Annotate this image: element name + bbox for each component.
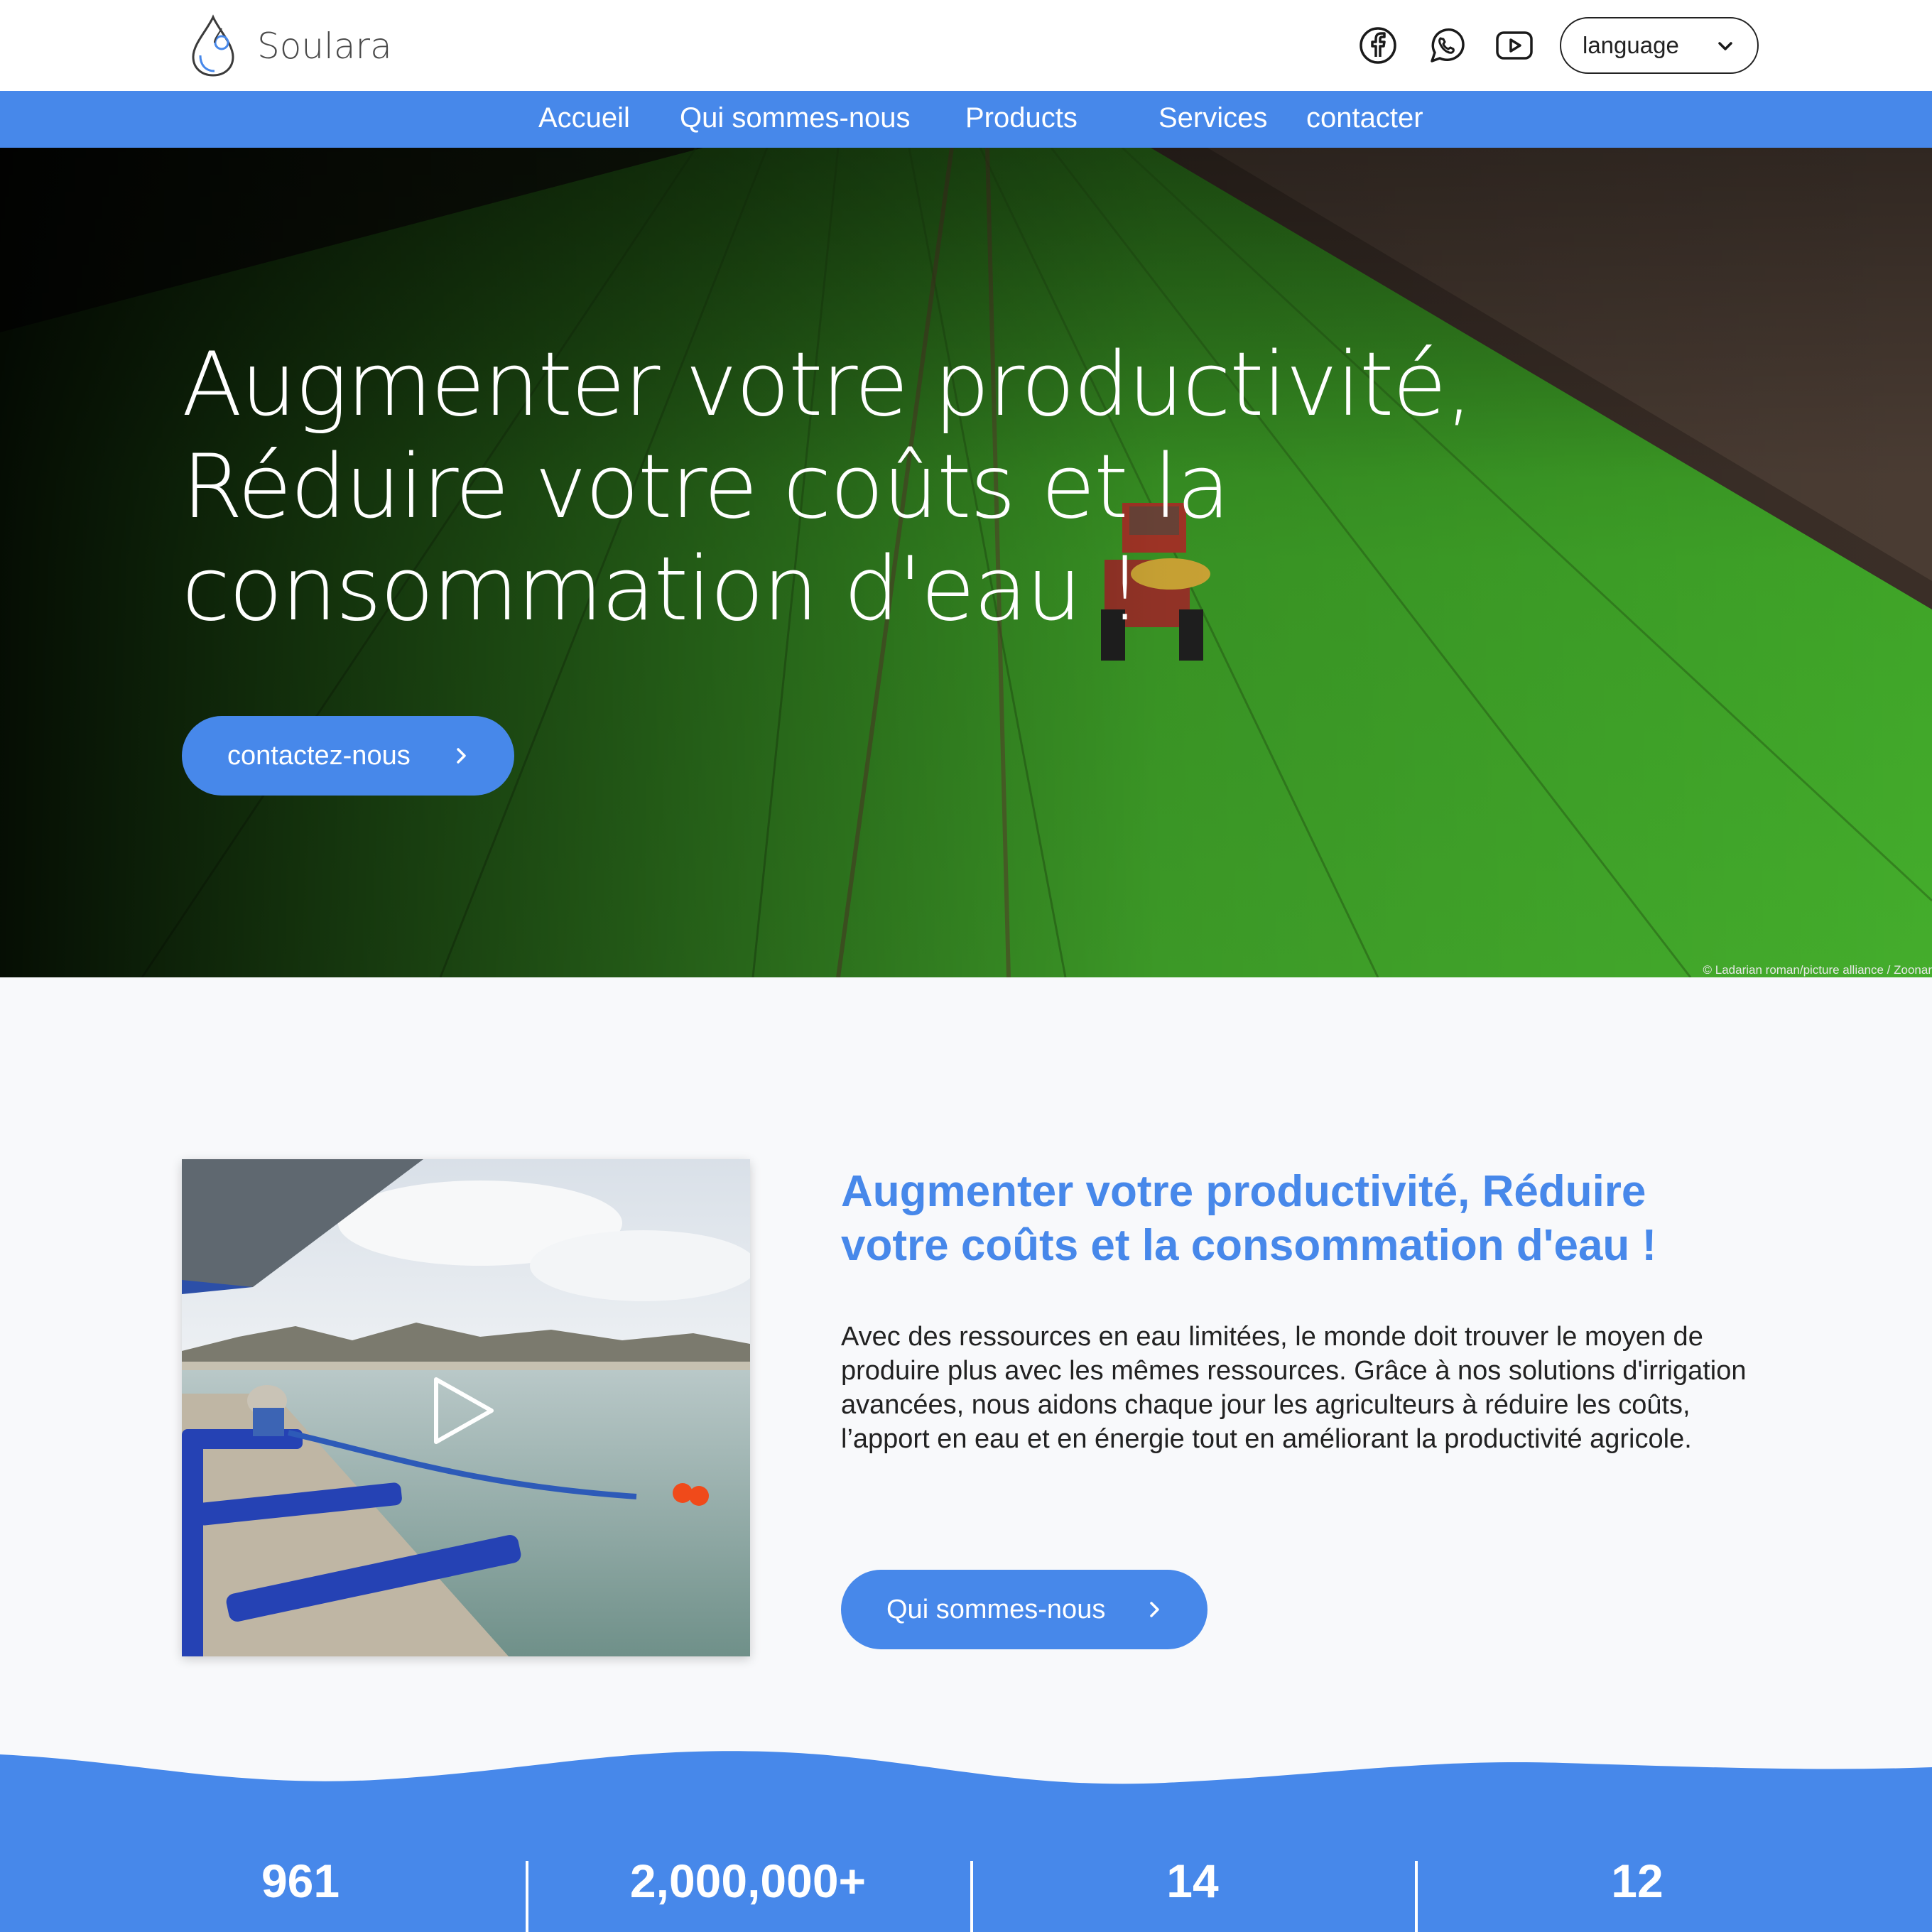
play-icon[interactable] xyxy=(432,1375,496,1446)
whatsapp-icon xyxy=(1431,28,1465,63)
facebook-link[interactable] xyxy=(1357,24,1399,67)
stat-value: 961 xyxy=(261,1855,340,1907)
stat-value: 2,000,000+ xyxy=(629,1855,867,1907)
nav-item-services[interactable]: Services xyxy=(1158,102,1267,134)
contact-us-button[interactable]: contactez-nous xyxy=(182,716,514,796)
about-text: Avec des ressources en eau limitées, le … xyxy=(841,1322,1747,1454)
facebook-icon xyxy=(1360,27,1396,64)
chevron-right-icon xyxy=(457,748,466,764)
language-label: language xyxy=(1583,32,1679,58)
chevron-down-icon xyxy=(1718,42,1732,50)
video-thumbnail[interactable] xyxy=(182,1159,750,1656)
main-nav: Accueil Qui sommes-nous Products Service… xyxy=(0,91,1932,148)
youtube-link[interactable] xyxy=(1493,24,1536,67)
brand-name: Soulara xyxy=(257,26,392,67)
photo-credit: © Ladarian roman/picture alliance / Zoon… xyxy=(1703,963,1932,977)
about-us-label: Qui sommes-nous xyxy=(886,1594,1106,1624)
site-header: Soulara language xyxy=(0,0,1932,91)
chevron-right-icon xyxy=(1150,1602,1159,1617)
nav-item-qui-sommes-nous[interactable]: Qui sommes-nous xyxy=(680,102,911,134)
hero-title-line-1: Augmenter votre productivité, xyxy=(182,334,1473,436)
stat-value: 14 xyxy=(1166,1855,1219,1907)
nav-item-accueil[interactable]: Accueil xyxy=(538,102,630,134)
water-drop-icon xyxy=(192,14,234,77)
youtube-icon xyxy=(1496,31,1533,60)
hero-banner: Augmenter votre productivité, Réduire vo… xyxy=(0,148,1932,977)
stats-band: 961 2,000,000+ 14 12 xyxy=(0,1747,1932,1932)
stat-value: 12 xyxy=(1611,1855,1664,1907)
hero-title-line-2: Réduire votre coûts et la xyxy=(182,436,1230,538)
contact-us-label: contactez-nous xyxy=(227,740,411,771)
about-title: Augmenter votre productivité, Réduire vo… xyxy=(841,1167,1657,1270)
about-us-button[interactable]: Qui sommes-nous xyxy=(841,1570,1208,1649)
language-select[interactable]: language xyxy=(1560,17,1759,74)
hero-title-line-3: consommation d'eau ! xyxy=(182,538,1142,641)
nav-item-contacter[interactable]: contacter xyxy=(1306,102,1423,134)
brand-logo[interactable]: Soulara xyxy=(186,14,392,78)
whatsapp-link[interactable] xyxy=(1425,24,1467,67)
hero-title: Augmenter votre productivité, Réduire vo… xyxy=(182,334,1473,641)
nav-item-products[interactable]: Products xyxy=(965,102,1078,134)
